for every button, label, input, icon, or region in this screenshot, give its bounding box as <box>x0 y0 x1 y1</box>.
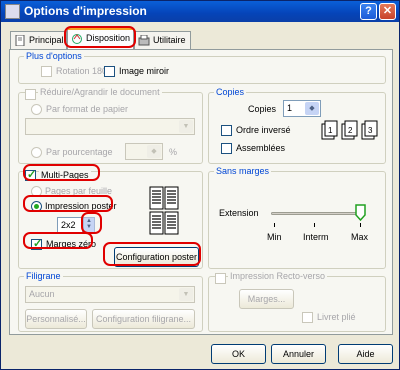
cancel-button[interactable]: Annuler <box>271 344 326 364</box>
print-options-dialog: Options d'impression ? ✕ Principal Dispo… <box>0 0 400 370</box>
reduce-legend: Réduire/Agrandir le document <box>38 87 162 97</box>
tick-max <box>360 223 361 227</box>
tick-min <box>274 223 275 227</box>
watermark-combo[interactable]: Aucun ▼ <box>25 286 195 303</box>
scale-interm-label: Interm <box>303 232 329 242</box>
collate-checkbox[interactable] <box>221 143 232 154</box>
percent-field[interactable]: ◆ <box>125 143 163 160</box>
copies-label: Copies <box>248 104 277 114</box>
collate-label: Assemblées <box>236 143 286 153</box>
watermark-custom-button[interactable]: Personnalisé... <box>25 309 87 329</box>
copies-stepper[interactable]: 1 ◆ <box>283 100 321 117</box>
paper-size-combo[interactable]: ▼ <box>25 118 195 135</box>
extension-slider-track[interactable] <box>271 212 361 215</box>
booklet-checkbox[interactable] <box>302 312 313 323</box>
tick-interm <box>314 223 315 227</box>
title-bar: Options d'impression ? ✕ <box>1 1 399 22</box>
by-paper-label: Par format de papier <box>46 104 129 114</box>
rotation-checkbox[interactable] <box>41 66 52 77</box>
svg-text:3: 3 <box>368 126 373 135</box>
svg-text:2: 2 <box>348 126 353 135</box>
watermark-config-button[interactable]: Configuration filigrane... <box>92 309 195 329</box>
watermark-legend: Filigrane <box>24 271 63 281</box>
poster-size-value: 2x2 <box>61 220 76 230</box>
scale-max-label: Max <box>351 232 369 242</box>
tab-principal-label: Principal <box>29 35 64 45</box>
tab-principal[interactable]: Principal <box>10 31 67 49</box>
duplex-group: Impression Recto-verso Marges... Livret … <box>208 271 386 332</box>
watermark-group: Filigrane Aucun ▼ Personnalisé... Config… <box>18 271 203 332</box>
tools-tab-icon <box>138 35 150 46</box>
highlight-margins <box>23 232 93 249</box>
by-percent-label: Par pourcentage <box>46 147 113 157</box>
highlight-poster-config <box>103 242 201 266</box>
borderless-group: Sans marges Extension Min Interm Max <box>208 166 386 269</box>
highlight-poster-stepper <box>81 212 102 234</box>
by-percent-radio[interactable] <box>31 147 42 158</box>
help-title-button[interactable]: ? <box>360 3 377 20</box>
percent-unit: % <box>169 147 178 157</box>
duplex-margins-button[interactable]: Marges... <box>239 289 294 309</box>
spin-arrows-icon: ◆ <box>147 145 161 158</box>
copies-value: 1 <box>287 103 293 113</box>
copies-legend: Copies <box>214 87 247 97</box>
duplex-checkbox[interactable] <box>215 273 226 284</box>
duplex-label: Impression Recto-verso <box>228 271 328 281</box>
close-button[interactable]: ✕ <box>379 3 396 20</box>
window-title: Options d'impression <box>24 4 147 18</box>
printer-app-icon <box>5 4 20 19</box>
rotation-label: Rotation 180° <box>56 66 111 76</box>
tab-utilitaire-label: Utilitaire <box>153 35 186 45</box>
extension-slider-thumb[interactable] <box>355 204 366 221</box>
chevron-down-icon: ▼ <box>179 120 193 133</box>
help-button[interactable]: Aide <box>338 344 393 364</box>
poster-pages-icon <box>149 186 179 235</box>
reverse-order-checkbox[interactable] <box>221 125 232 136</box>
copies-group: Copies Copies 1 ◆ Ordre inversé Assemblé… <box>208 87 386 164</box>
reduce-group: Réduire/Agrandir le document Par format … <box>18 87 203 164</box>
scale-min-label: Min <box>267 232 282 242</box>
booklet-label: Livret plié <box>317 312 356 322</box>
spin-arrows-icon[interactable]: ◆ <box>305 102 319 115</box>
by-paper-radio[interactable] <box>31 104 42 115</box>
mirror-checkbox[interactable] <box>104 66 115 77</box>
extension-label: Extension <box>219 208 259 218</box>
borderless-legend: Sans marges <box>214 166 272 176</box>
plus-options-legend: Plus d'options <box>24 51 84 61</box>
ok-button[interactable]: OK <box>211 344 266 364</box>
highlight-multipages <box>23 164 100 181</box>
reverse-order-label: Ordre inversé <box>236 125 291 135</box>
chevron-down-icon: ▼ <box>179 288 193 301</box>
tab-utilitaire[interactable]: Utilitaire <box>134 31 191 49</box>
tab-panel: Plus d'options Rotation 180° Image miroi… <box>9 49 393 335</box>
mirror-label: Image miroir <box>119 66 170 76</box>
plus-options-group: Plus d'options Rotation 180° Image miroi… <box>18 51 386 84</box>
page-tab-icon <box>15 35 25 46</box>
watermark-value: Aucun <box>29 289 55 299</box>
collated-pages-icon: 1 2 3 <box>321 120 378 140</box>
svg-text:1: 1 <box>328 126 333 135</box>
highlight-poster <box>23 195 113 212</box>
reduce-checkbox[interactable] <box>25 89 36 100</box>
highlight-tab <box>64 26 136 48</box>
